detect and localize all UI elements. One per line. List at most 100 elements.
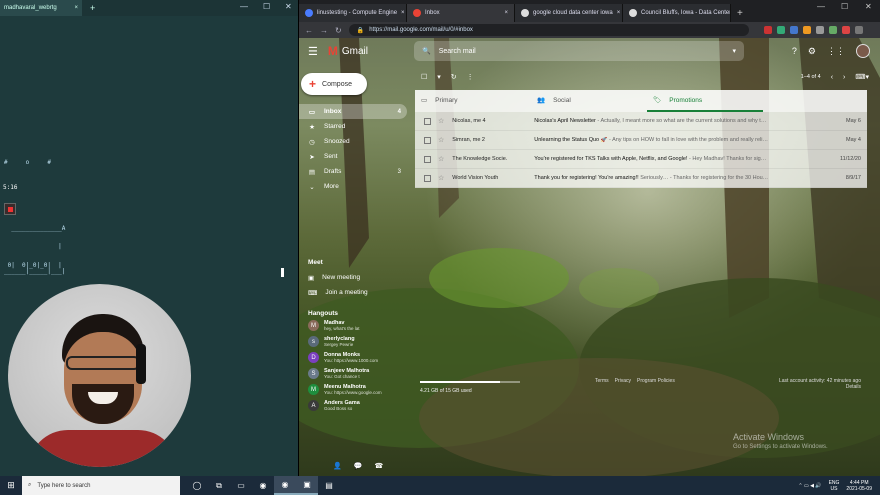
search-options-icon[interactable]: ▾ <box>732 47 736 55</box>
tab-primary[interactable]: ▭ Primary <box>415 90 531 112</box>
chrome-icon[interactable]: ◉ <box>252 476 274 495</box>
extension-icon[interactable] <box>763 26 772 34</box>
nav-item-starred[interactable]: ★ Starred <box>299 119 407 134</box>
nav-item-more[interactable]: ⌄ More <box>299 179 407 194</box>
profile-icon[interactable] <box>854 26 863 34</box>
extension-icon[interactable] <box>815 26 824 34</box>
search-mail-input[interactable]: 🔍 Search mail ▾ <box>414 41 744 61</box>
extension-icon[interactable] <box>841 26 850 34</box>
terminal-tab[interactable]: madhavaral_webrtg × <box>0 0 82 16</box>
contact-avatar: M <box>308 384 319 395</box>
maximize-button[interactable]: ☐ <box>263 2 270 11</box>
account-avatar[interactable] <box>856 44 870 58</box>
terminal-icon[interactable]: ▣ <box>296 476 318 495</box>
hangouts-contact[interactable]: M Madhav hey, what's the lat <box>308 320 408 331</box>
terms-link[interactable]: Terms <box>595 378 609 384</box>
row-checkbox[interactable] <box>424 136 431 144</box>
close-window-button[interactable]: ✕ <box>285 2 292 11</box>
record-stop-button[interactable] <box>4 203 16 215</box>
webcam-headset <box>136 344 146 384</box>
gmail-logo[interactable]: M Gmail <box>328 44 368 58</box>
extension-icon[interactable] <box>789 26 798 34</box>
privacy-link[interactable]: Privacy <box>615 378 631 384</box>
details-link[interactable]: Details <box>761 384 861 390</box>
minimize-button[interactable]: — <box>817 2 825 11</box>
start-button[interactable]: ⊞ <box>0 480 22 491</box>
row-checkbox[interactable] <box>424 155 431 163</box>
system-clock[interactable]: 4:44 PM 2021-05-09 <box>846 480 872 492</box>
program-policies-link[interactable]: Program Policies <box>637 378 675 384</box>
hangouts-contact[interactable]: A Anders Gama Good Boss so <box>308 400 408 411</box>
reload-button[interactable]: ↻ <box>335 26 342 35</box>
compose-button[interactable]: + Compose <box>301 73 367 95</box>
tab-promotions[interactable]: 🏷 Promotions <box>647 90 763 112</box>
close-tab-icon[interactable]: × <box>74 5 78 11</box>
cortana-icon[interactable]: ◯ <box>186 476 208 495</box>
input-tools-icon[interactable]: ⌨▾ <box>855 73 869 81</box>
google-apps-icon[interactable]: ⋮⋮ <box>827 46 845 57</box>
select-all-checkbox[interactable]: ☐ <box>421 73 427 81</box>
help-icon[interactable]: ? <box>792 46 797 56</box>
star-icon[interactable]: ☆ <box>438 117 444 125</box>
star-icon[interactable]: ☆ <box>438 155 444 163</box>
star-icon[interactable]: ☆ <box>438 174 444 182</box>
contacts-icon[interactable]: 👤 <box>333 462 342 470</box>
close-window-button[interactable]: ✕ <box>865 2 872 11</box>
new-tab-button[interactable]: + <box>90 3 95 13</box>
close-tab-icon[interactable]: × <box>401 10 405 16</box>
more-options-icon[interactable]: ⋮ <box>467 73 474 81</box>
contact-text: Madhav hey, what's the lat <box>324 320 360 331</box>
chrome-icon[interactable]: ◉ <box>274 476 296 495</box>
mail-row[interactable]: ☆ Nicolas, me 4 Nicolas's April Newsletter… <box>415 112 867 131</box>
close-tab-icon[interactable]: × <box>504 10 508 16</box>
file-explorer-icon[interactable]: ▭ <box>230 476 252 495</box>
mail-row[interactable]: ☆ World Vision Youth Thank you for registe… <box>415 169 867 188</box>
prev-page-icon[interactable]: ‹ <box>831 74 833 81</box>
back-button[interactable]: ← <box>305 26 313 35</box>
language-indicator[interactable]: ENG US <box>829 480 840 492</box>
hangouts-contact[interactable]: M Meenu Malhotra You: https://www.google.c… <box>308 384 408 395</box>
extension-icon[interactable] <box>802 26 811 34</box>
select-caret-icon[interactable]: ▾ <box>437 73 441 81</box>
maximize-button[interactable]: ☐ <box>841 2 848 11</box>
row-checkbox[interactable] <box>424 174 431 182</box>
tab-social[interactable]: 👥 Social <box>531 90 647 112</box>
refresh-icon[interactable]: ↻ <box>451 73 457 81</box>
favicon-icon <box>521 9 529 17</box>
row-checkbox[interactable] <box>424 117 431 125</box>
browser-tab[interactable]: google cloud data center iowa × <box>515 4 623 22</box>
new-meeting-button[interactable]: ▣ New meeting <box>308 274 368 282</box>
taskbar-search-box[interactable]: ⌕ Type here to search <box>22 476 180 495</box>
main-menu-icon[interactable]: ☰ <box>308 45 318 58</box>
browser-tab[interactable]: Council Bluffs, Iowa - Data Center× <box>623 4 731 22</box>
app-icon[interactable]: ▤ <box>318 476 340 495</box>
new-tab-button[interactable]: + <box>737 8 743 19</box>
join-meeting-button[interactable]: ⌨ Join a meeting <box>308 289 368 297</box>
nav-item-drafts[interactable]: ▤ Drafts 3 <box>299 164 407 179</box>
address-bar[interactable]: 🔒 https://mail.google.com/mail/u/0/#inbo… <box>348 24 749 36</box>
close-tab-icon[interactable]: × <box>617 10 621 16</box>
favicon-icon <box>305 9 313 17</box>
nav-item-inbox[interactable]: ▭ Inbox 4 <box>299 104 407 119</box>
hangouts-contact[interactable]: S Sanjeev Malhotra You: Got chance t <box>308 368 408 379</box>
star-icon[interactable]: ☆ <box>438 136 444 144</box>
hangouts-contact[interactable]: D Donna Monks You: https://www.1000.com <box>308 352 408 363</box>
nav-item-sent[interactable]: ➤ Sent <box>299 149 407 164</box>
browser-tab[interactable]: linustesting - Compute Engine × <box>299 4 407 22</box>
hangouts-contact[interactable]: s sherlyclang Sergey Pewrie <box>308 336 408 347</box>
tray-icons[interactable]: ⌃ ▭ ◀ 🔊 <box>798 483 821 489</box>
phone-icon[interactable]: ☎ <box>374 462 383 470</box>
mail-row[interactable]: ☆ Simran, me 2 Unlearning the Status Quo 🚀… <box>415 131 867 150</box>
nav-item-snoozed[interactable]: ◷ Snoozed <box>299 134 407 149</box>
chat-icon[interactable]: 💬 <box>354 462 363 470</box>
mail-row[interactable]: ☆ The Knowledge Socie. You're registered f… <box>415 150 867 169</box>
extension-icon[interactable] <box>776 26 785 34</box>
task-view-icon[interactable]: ⧉ <box>208 476 230 495</box>
browser-tab[interactable]: Inbox × <box>407 4 515 22</box>
extension-icon[interactable] <box>828 26 837 34</box>
settings-gear-icon[interactable]: ⚙ <box>808 46 816 57</box>
forward-button[interactable]: → <box>320 26 328 35</box>
search-icon[interactable]: 🔍 <box>422 47 431 55</box>
next-page-icon[interactable]: › <box>843 74 845 81</box>
minimize-button[interactable]: — <box>240 2 248 11</box>
